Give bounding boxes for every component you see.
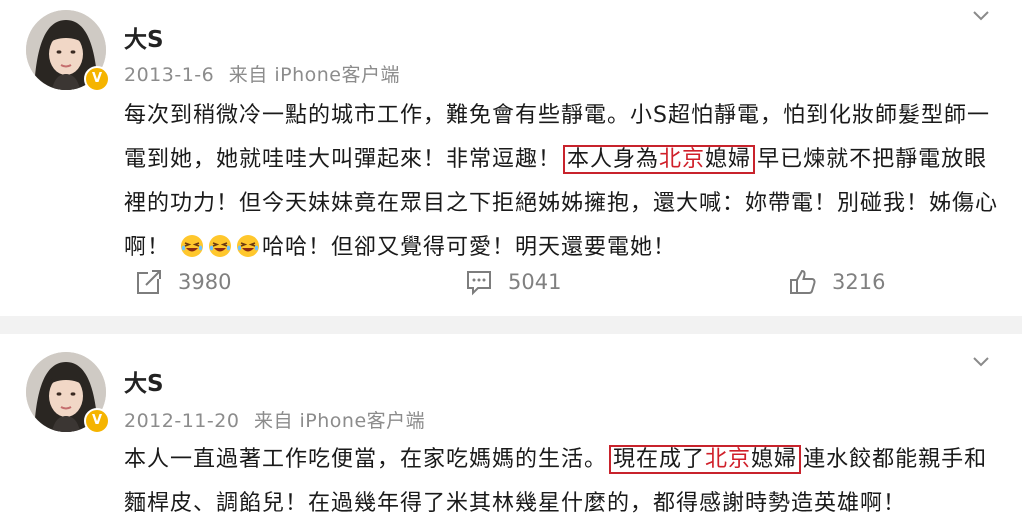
laughing-tears-emoji-icon bbox=[209, 235, 232, 257]
post-meta: 2012-11-20 来自 iPhone客户端 bbox=[124, 406, 425, 433]
post-content: 本人一直過著工作吃便當，在家吃媽媽的生活。 現在成了北京媳婦 連水餃都能親手和麵桿皮… bbox=[124, 438, 1004, 516]
post-text: 哈哈！但卻又覺得可愛！明天還要電她！ bbox=[262, 235, 677, 260]
repost-count: 3980 bbox=[178, 270, 232, 294]
chevron-down-icon[interactable] bbox=[970, 4, 992, 26]
post-source: 来自 iPhone客户端 bbox=[253, 410, 426, 432]
comment-count: 5041 bbox=[508, 270, 562, 294]
laughing-tears-emoji-icon bbox=[237, 235, 260, 257]
highlight-text: 現在成了 bbox=[613, 447, 706, 472]
author-name[interactable]: 大S bbox=[124, 364, 164, 398]
like-button[interactable]: 3216 bbox=[788, 262, 885, 302]
thumbs-up-icon bbox=[790, 269, 816, 294]
highlight-box: 現在成了北京媳婦 bbox=[609, 445, 802, 474]
like-count: 3216 bbox=[832, 270, 886, 294]
avatar[interactable]: V bbox=[26, 10, 110, 92]
post-date: 2013-1-6 bbox=[124, 64, 215, 86]
highlight-box: 本人身為北京媳婦 bbox=[563, 145, 756, 174]
highlight-red-text: 北京 bbox=[659, 147, 706, 172]
verified-badge-icon: V bbox=[84, 408, 110, 434]
comment-button[interactable]: 5041 bbox=[464, 262, 561, 302]
post-source: 来自 iPhone客户端 bbox=[228, 64, 400, 86]
weibo-post-2: V 大S 2012-11-20 来自 iPhone客户端 本人一直過著工作吃便當… bbox=[0, 334, 1022, 516]
weibo-post-1: V 大S 2013-1-6 来自 iPhone客户端 每次到稍微冷一點的城市工作… bbox=[0, 0, 1022, 316]
highlight-red-text: 北京 bbox=[705, 447, 752, 472]
post-meta: 2013-1-6 来自 iPhone客户端 bbox=[124, 60, 400, 87]
avatar[interactable]: V bbox=[26, 352, 110, 434]
highlight-text: 媳婦 bbox=[751, 447, 798, 472]
comment-icon bbox=[467, 271, 491, 296]
author-name[interactable]: 大S bbox=[124, 20, 164, 54]
laughing-tears-emoji-icon bbox=[181, 235, 204, 257]
post-content: 每次到稍微冷一點的城市工作，難免會有些靜電。小S超怕靜電，怕到化妝師髮型師一電到… bbox=[124, 94, 1004, 270]
post-actions: 3980 5041 3216 bbox=[0, 262, 1022, 302]
chevron-down-icon[interactable] bbox=[970, 350, 992, 372]
verified-badge-icon: V bbox=[84, 66, 110, 92]
highlight-text: 本人身為 bbox=[567, 147, 660, 172]
post-date: 2012-11-20 bbox=[124, 410, 240, 432]
post-text: 本人一直過著工作吃便當，在家吃媽媽的生活。 bbox=[124, 447, 608, 472]
repost-icon bbox=[137, 269, 162, 294]
repost-button[interactable]: 3980 bbox=[134, 262, 231, 302]
highlight-text: 媳婦 bbox=[705, 147, 752, 172]
